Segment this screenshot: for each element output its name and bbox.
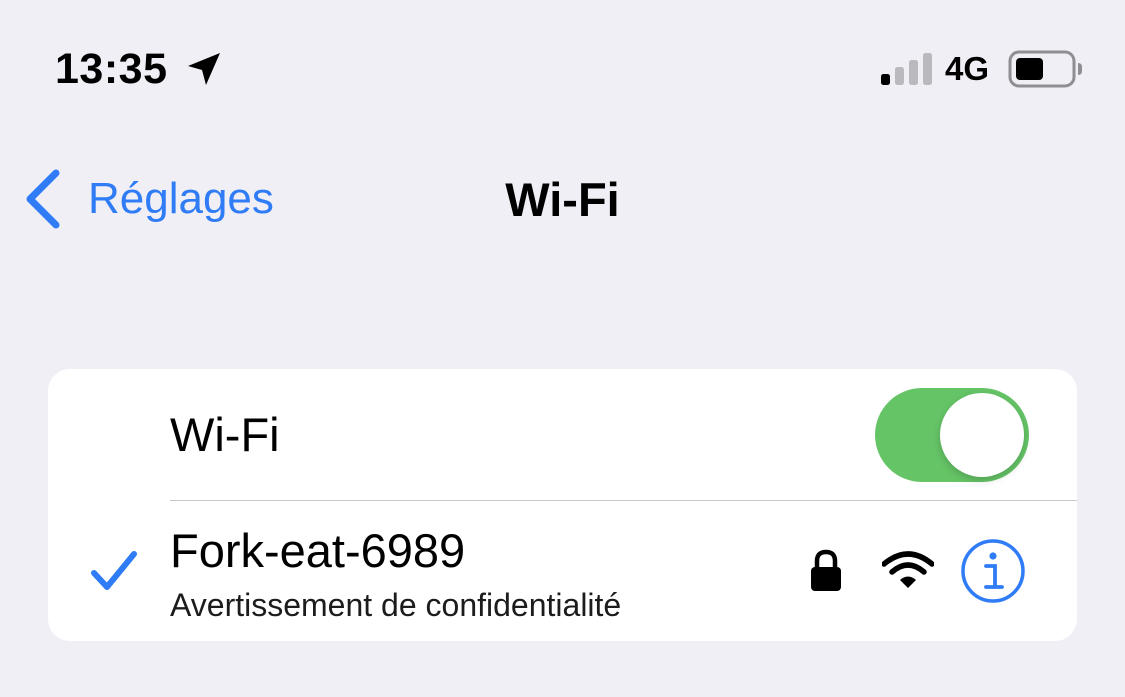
cellular-signal-icon [881,53,932,85]
battery-icon [1008,50,1082,88]
privacy-warning-text: Avertissement de confidentialité [170,587,622,623]
network-name: Fork-eat-6989 [170,524,466,577]
status-time: 13:35 [55,45,168,93]
info-icon[interactable] [960,538,1026,604]
wifi-toggle-row: Wi-Fi [48,369,1077,500]
wifi-toggle-label: Wi-Fi [170,408,280,461]
network-type-label: 4G [945,50,990,87]
page-title: Wi-Fi [505,173,620,226]
network-row-fork-eat-6989[interactable]: Fork-eat-6989 Avertissement de confident… [48,501,1077,641]
checkmark-icon [91,551,137,590]
wifi-settings-card: Wi-Fi Fork-eat-6989 Avertissement de con… [48,369,1077,641]
wifi-toggle-switch[interactable] [875,388,1029,482]
wifi-signal-icon [882,551,934,588]
location-arrow-icon [188,53,220,85]
toggle-knob [940,393,1024,477]
lock-icon [811,549,841,591]
